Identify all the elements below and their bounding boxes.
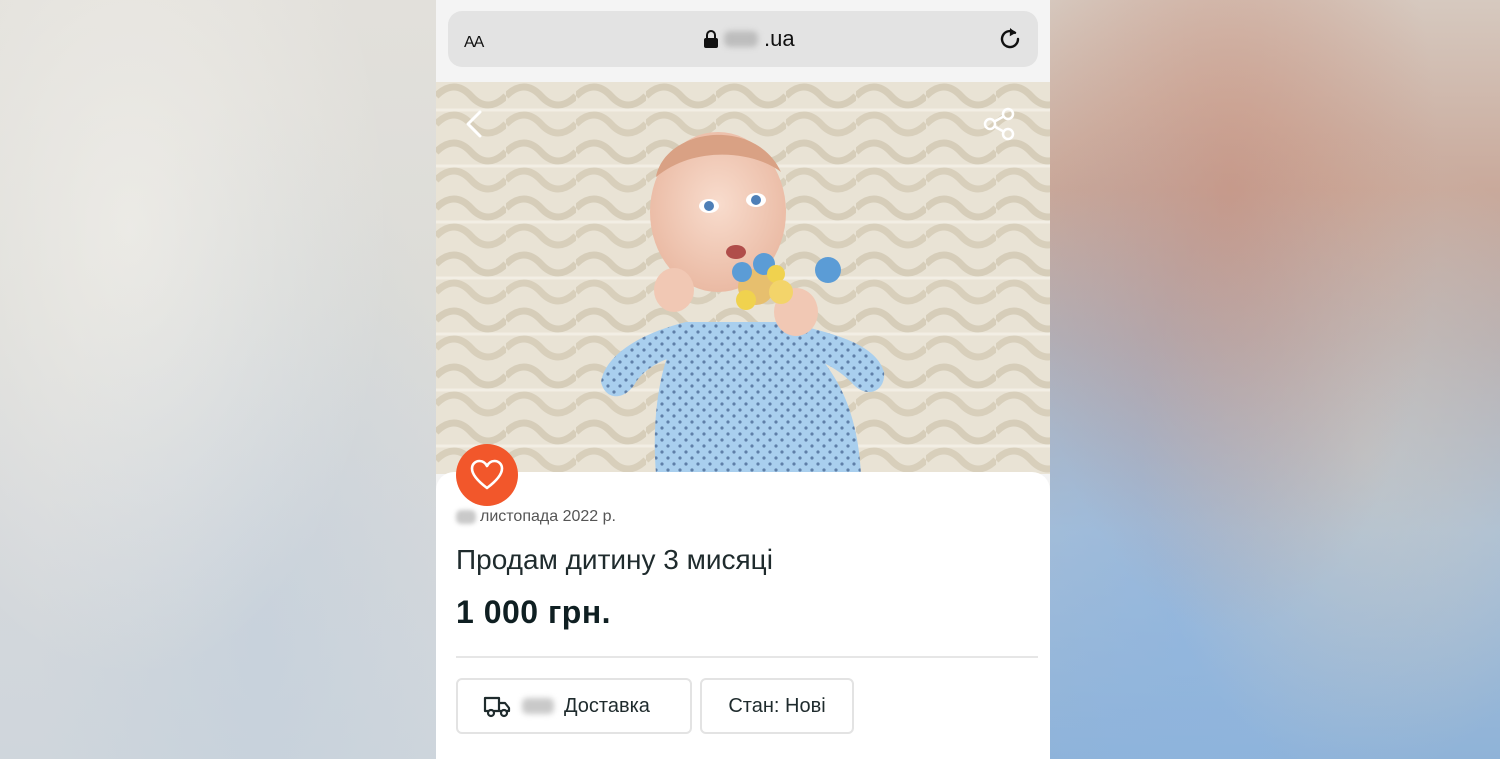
heart-icon <box>470 459 504 490</box>
browser-chrome: AA .ua <box>436 0 1050 80</box>
listing-title: Продам дитину 3 мисяці <box>456 544 773 575</box>
blurred-background-right <box>1050 0 1500 759</box>
listing-details: листопада 2022 р. Продам дитину 3 мисяці… <box>436 472 1050 759</box>
date-text: листопада 2022 р. <box>480 508 616 525</box>
text-size-button[interactable]: AA <box>464 27 484 53</box>
listing-date: листопада 2022 р. <box>456 508 616 526</box>
blurred-domain-name <box>724 31 758 47</box>
reload-icon[interactable] <box>996 25 1024 53</box>
favorite-button[interactable] <box>456 444 518 506</box>
delivery-label: Доставка <box>564 694 650 717</box>
blurred-day <box>456 510 476 524</box>
domain-suffix: .ua <box>764 26 795 51</box>
blurred-service-name <box>522 698 554 714</box>
phone-screen: AA .ua листопада 2022 р. Продам дитину 3… <box>436 0 1050 759</box>
listing-price: 1 000 грн. <box>456 594 612 630</box>
condition-chip[interactable]: Стан: Нові <box>700 678 854 734</box>
listing-photo[interactable] <box>436 82 1050 474</box>
divider <box>456 656 1038 658</box>
lock-icon <box>704 30 718 48</box>
url-display[interactable]: .ua <box>704 26 795 51</box>
baby-photo <box>436 82 1050 474</box>
truck-icon <box>483 696 511 718</box>
blurred-background-left <box>0 0 436 759</box>
share-icon[interactable] <box>980 104 1020 144</box>
back-chevron-icon[interactable] <box>456 104 496 144</box>
address-bar[interactable]: AA .ua <box>448 11 1038 67</box>
condition-label: Стан: Нові <box>728 694 826 717</box>
text-size-label: AA <box>464 34 484 51</box>
delivery-chip[interactable]: Доставка <box>456 678 692 734</box>
